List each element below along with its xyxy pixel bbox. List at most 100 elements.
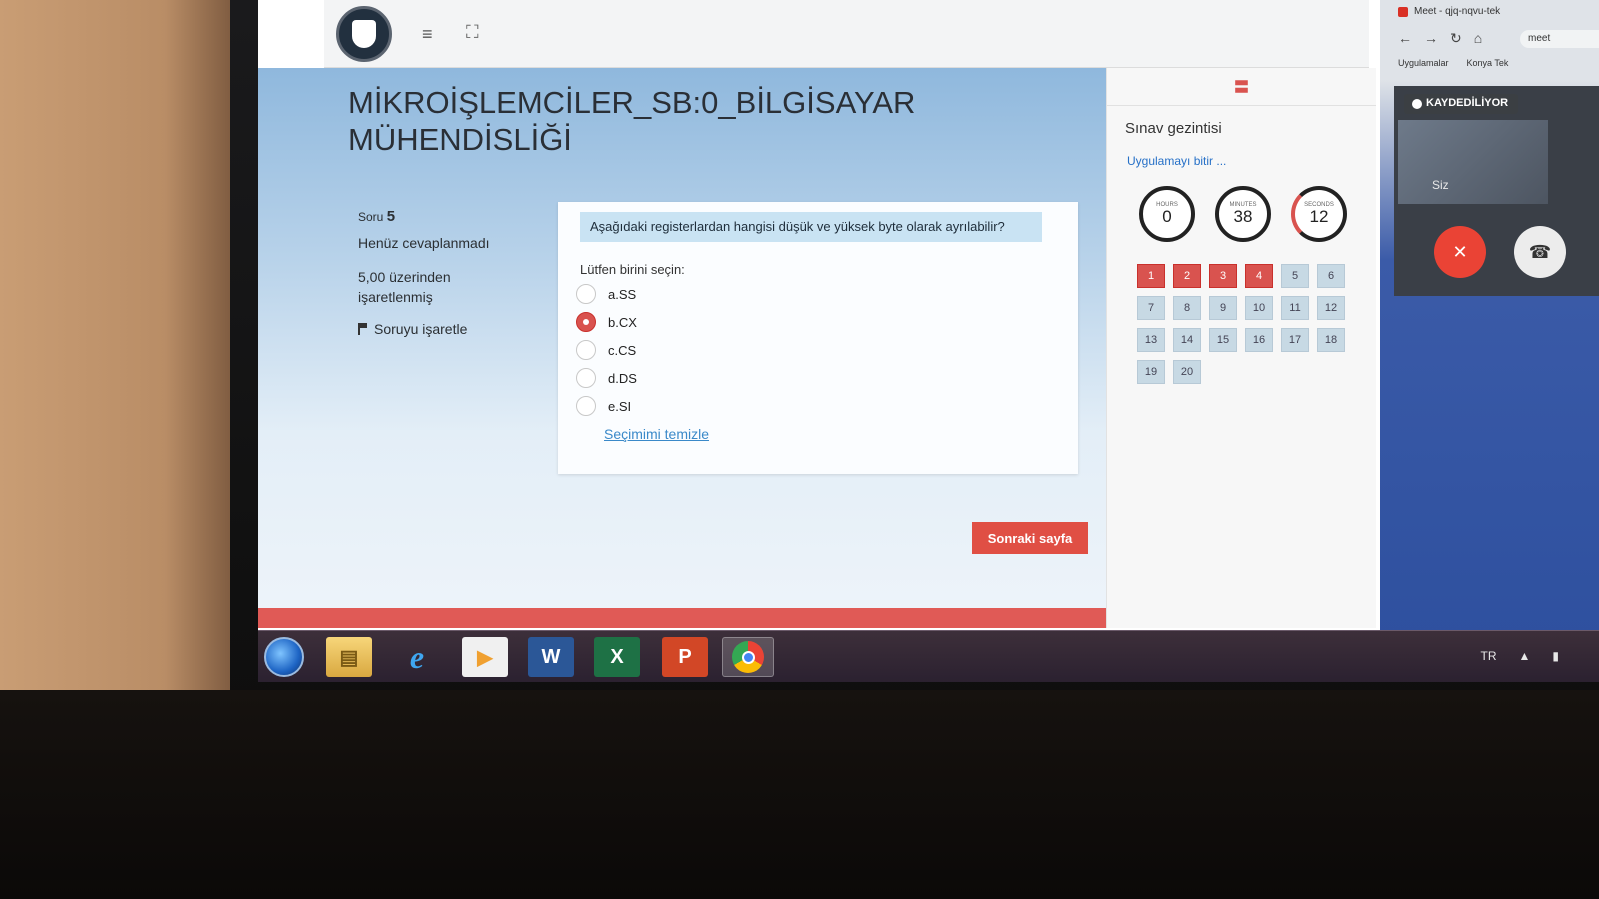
question-nav-button-8[interactable]: 8: [1173, 296, 1201, 320]
radio-button[interactable]: [576, 340, 596, 360]
network-icon[interactable]: ▮: [1552, 649, 1559, 663]
answer-label: a.SS: [608, 286, 637, 302]
browser-toolbar-icons[interactable]: ←→↻⌂: [1398, 30, 1494, 47]
bookmark-konya-tek[interactable]: Konya Tek: [1467, 58, 1509, 68]
collapse-icon[interactable]: 〓: [1234, 76, 1249, 97]
timer-seconds-value: 12: [1309, 207, 1329, 226]
hamburger-menu-icon[interactable]: ≡: [422, 24, 433, 45]
nav-title: Sınav gezintisi: [1125, 120, 1222, 137]
meet-tab-title: Meet - qjq-nqvu-tek: [1414, 6, 1501, 17]
monitor-screen: ≡ ⛶ MİKROİŞLEMCİLER_SB:0_BİLGİSAYAR MÜHE…: [258, 0, 1599, 682]
course-title-line2: MÜHENDİSLİĞİ: [348, 122, 572, 157]
question-number-label: Soru: [358, 210, 384, 224]
question-nav-button-13[interactable]: 13: [1137, 328, 1165, 352]
flag-question-label: Soruyu işaretle: [374, 321, 468, 337]
internet-explorer-icon[interactable]: e: [394, 637, 440, 677]
self-label: Siz: [1432, 178, 1449, 192]
moodle-header: ≡ ⛶: [324, 0, 1369, 68]
timer-seconds: SECONDS 12: [1291, 186, 1347, 242]
timer-minutes: MINUTES 38: [1215, 186, 1271, 242]
answer-options: a.SS b.CX c.CS d.DS e.SI: [576, 280, 637, 420]
question-nav-button-15[interactable]: 15: [1209, 328, 1237, 352]
answer-option-b[interactable]: b.CX: [576, 308, 637, 336]
chrome-logo-icon: [732, 641, 764, 673]
question-nav-button-7[interactable]: 7: [1137, 296, 1165, 320]
university-logo[interactable]: [336, 6, 392, 62]
answer-label: b.CX: [608, 314, 637, 330]
grade-line1: 5,00 üzerinden: [358, 269, 451, 285]
answer-label: d.DS: [608, 370, 637, 386]
clear-selection-link[interactable]: Seçimimi temizle: [604, 426, 709, 442]
file-explorer-icon[interactable]: ▤: [326, 637, 372, 677]
answer-option-c[interactable]: c.CS: [576, 336, 637, 364]
answer-option-d[interactable]: d.DS: [576, 364, 637, 392]
question-nav-button-12[interactable]: 12: [1317, 296, 1345, 320]
excel-icon[interactable]: X: [594, 637, 640, 677]
logo-shield-icon: [352, 20, 376, 48]
answer-prompt: Lütfen birini seçin:: [580, 262, 685, 277]
timer-minutes-value: 38: [1233, 207, 1253, 226]
question-nav-button-3[interactable]: 3: [1209, 264, 1237, 288]
chrome-core-icon: [741, 650, 755, 664]
question-state: Henüz cevaplanmadı: [358, 235, 490, 251]
quiz-content-area: MİKROİŞLEMCİLER_SB:0_BİLGİSAYAR MÜHENDİS…: [258, 68, 1174, 628]
windows-taskbar: ▤ e ▶ W X P TR ▲ ▮: [258, 630, 1599, 682]
self-video-tile: [1398, 120, 1548, 204]
question-nav-button-4[interactable]: 4: [1245, 264, 1273, 288]
chrome-icon[interactable]: [722, 637, 774, 677]
flag-icon: [358, 323, 368, 335]
radio-button[interactable]: [576, 396, 596, 416]
media-player-icon[interactable]: ▶: [462, 637, 508, 677]
grade-line2: işaretlenmiş: [358, 289, 433, 305]
language-indicator[interactable]: TR: [1481, 649, 1497, 663]
question-nav-button-11[interactable]: 11: [1281, 296, 1309, 320]
question-nav-button-9[interactable]: 9: [1209, 296, 1237, 320]
countdown-timer: HOURS 0 MINUTES 38 SECONDS 12: [1139, 186, 1347, 242]
hang-up-icon[interactable]: ☎: [1514, 226, 1566, 278]
question-number-value: 5: [386, 208, 396, 225]
answer-label: e.SI: [608, 398, 632, 414]
question-nav-button-5[interactable]: 5: [1281, 264, 1309, 288]
question-text: Aşağıdaki registerlardan hangisi düşük v…: [580, 212, 1042, 242]
radio-button[interactable]: [576, 284, 596, 304]
recording-badge: KAYDEDİLİYOR: [1404, 94, 1519, 114]
question-nav-button-14[interactable]: 14: [1173, 328, 1201, 352]
radio-button-selected[interactable]: [576, 312, 596, 332]
question-nav-button-1[interactable]: 1: [1137, 264, 1165, 288]
bookmark-apps[interactable]: Uygulamalar: [1398, 58, 1449, 68]
word-icon[interactable]: W: [528, 637, 574, 677]
radio-button[interactable]: [576, 368, 596, 388]
timer-hours: HOURS 0: [1139, 186, 1195, 242]
answer-option-a[interactable]: a.SS: [576, 280, 637, 308]
address-bar[interactable]: meet: [1520, 30, 1599, 48]
bookmarks-bar: Uygulamalar Konya Tek: [1398, 58, 1508, 68]
meet-call-panel: KAYDEDİLİYOR Siz ✕ ☎: [1394, 86, 1599, 296]
powerpoint-icon[interactable]: P: [662, 637, 708, 677]
mic-muted-icon[interactable]: ✕: [1434, 226, 1486, 278]
page-title: MİKROİŞLEMCİLER_SB:0_BİLGİSAYAR MÜHENDİS…: [348, 84, 968, 158]
flag-question-button[interactable]: Soruyu işaretle: [358, 321, 528, 337]
course-title-line1: MİKROİŞLEMCİLER_SB:0_BİLGİSAYAR: [348, 85, 916, 120]
tray-expand-icon[interactable]: ▲: [1519, 649, 1531, 663]
finish-attempt-link[interactable]: Uygulamayı bitir ...: [1127, 154, 1226, 168]
question-nav-button-6[interactable]: 6: [1317, 264, 1345, 288]
question-nav-button-17[interactable]: 17: [1281, 328, 1309, 352]
question-nav-button-19[interactable]: 19: [1137, 360, 1165, 384]
next-page-button[interactable]: Sonraki sayfa: [972, 522, 1088, 554]
desk-surface: [0, 690, 1599, 899]
answer-label: c.CS: [608, 342, 637, 358]
fullscreen-icon[interactable]: ⛶: [466, 22, 479, 43]
question-number: Soru 5: [358, 208, 528, 225]
footer-strip: [258, 608, 1153, 628]
meet-browser-tab[interactable]: Meet - qjq-nqvu-tek: [1398, 6, 1500, 17]
google-meet-window: Meet - qjq-nqvu-tek ←→↻⌂ meet Uygulamala…: [1380, 0, 1599, 682]
system-tray: TR ▲ ▮: [1481, 649, 1560, 663]
quiz-navigation-block: 〓 Sınav gezintisi Uygulamayı bitir ... H…: [1106, 68, 1376, 628]
question-nav-button-20[interactable]: 20: [1173, 360, 1201, 384]
windows-start-icon[interactable]: [264, 637, 304, 677]
answer-option-e[interactable]: e.SI: [576, 392, 637, 420]
question-nav-button-2[interactable]: 2: [1173, 264, 1201, 288]
question-nav-button-18[interactable]: 18: [1317, 328, 1345, 352]
question-nav-button-10[interactable]: 10: [1245, 296, 1273, 320]
question-nav-button-16[interactable]: 16: [1245, 328, 1273, 352]
